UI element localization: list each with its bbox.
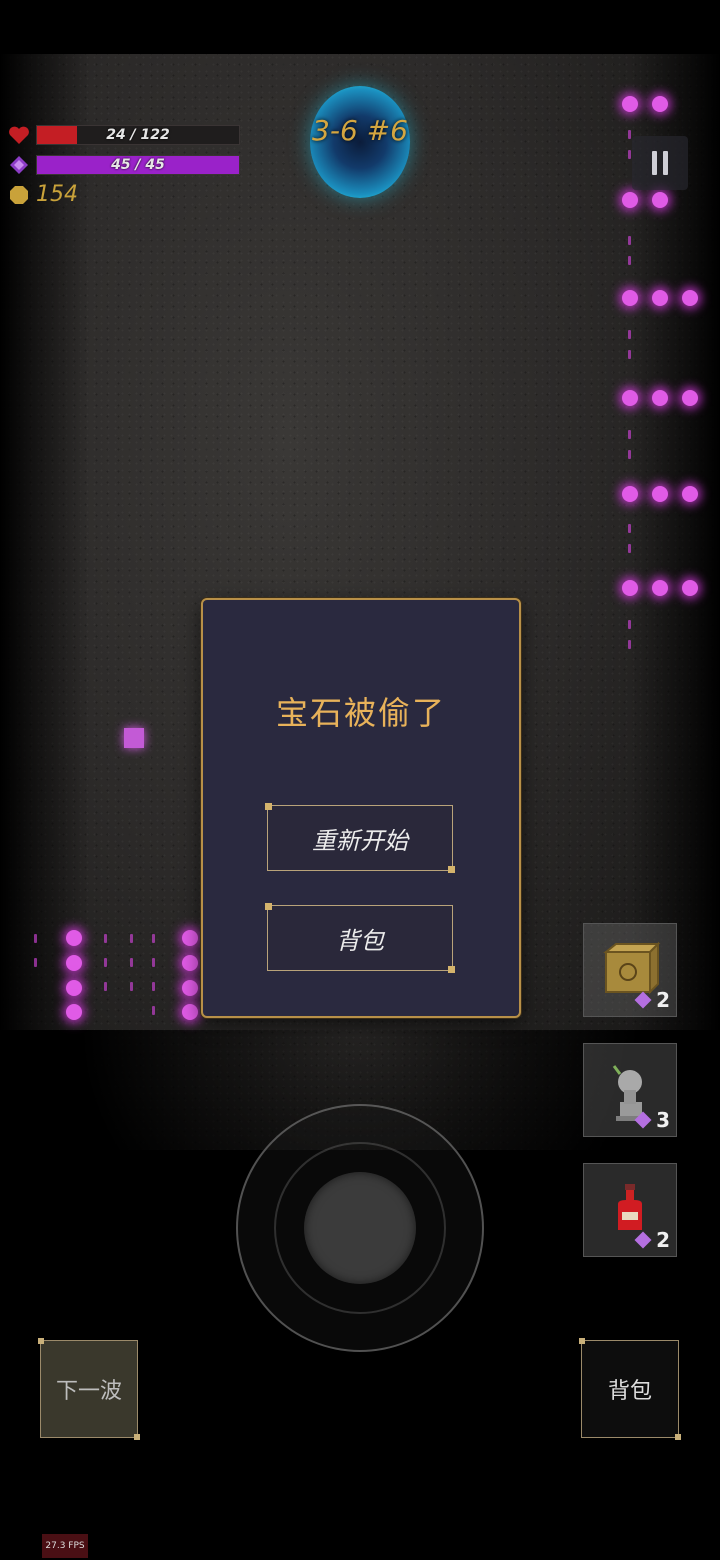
gold-amount: 154 bbox=[36, 182, 78, 207]
restart-button[interactable]: 重新开始 bbox=[265, 803, 455, 873]
heart-icon bbox=[8, 124, 30, 146]
joystick-knob[interactable] bbox=[304, 1172, 416, 1284]
gold-row: 154 bbox=[8, 182, 78, 207]
gem-icon bbox=[634, 1111, 652, 1129]
health-row: 24 / 122 bbox=[8, 124, 240, 146]
item-slot-crate[interactable]: 2 bbox=[583, 923, 677, 1017]
backpack-button[interactable]: 背包 bbox=[579, 1338, 681, 1440]
mana-value: 45 / 45 bbox=[111, 157, 165, 173]
item-slot-statue[interactable]: 3 bbox=[583, 1043, 677, 1137]
item-count: 2 bbox=[656, 1228, 670, 1252]
gem-icon bbox=[634, 991, 652, 1009]
item-slot-potion[interactable]: 2 bbox=[583, 1163, 677, 1257]
pause-button[interactable] bbox=[632, 136, 688, 190]
fps-counter: 27.3 FPS bbox=[42, 1534, 88, 1558]
dialog-title: 宝石被偷了 bbox=[275, 694, 446, 732]
next-wave-label: 下一波 bbox=[55, 1379, 122, 1404]
mana-bar: 45 / 45 bbox=[36, 155, 240, 175]
game-over-dialog: 宝石被偷了 重新开始 背包 bbox=[201, 598, 521, 1018]
item-count: 2 bbox=[656, 988, 670, 1012]
item-count: 3 bbox=[656, 1108, 670, 1132]
dialog-backpack-button[interactable]: 背包 bbox=[265, 903, 455, 973]
mana-row: 45 / 45 bbox=[8, 154, 240, 176]
gem-pickup bbox=[124, 728, 144, 748]
next-wave-button[interactable]: 下一波 bbox=[38, 1338, 140, 1440]
mana-gem-icon bbox=[8, 154, 30, 176]
health-bar: 24 / 122 bbox=[36, 125, 240, 145]
top-black-bar bbox=[0, 0, 720, 54]
backpack-label: 背包 bbox=[607, 1379, 652, 1404]
gem-icon bbox=[634, 1231, 652, 1249]
gold-coin-icon bbox=[8, 184, 30, 206]
health-value: 24 / 122 bbox=[106, 127, 170, 143]
pause-icon bbox=[649, 151, 671, 175]
level-label: 3-6 #6 bbox=[312, 114, 408, 147]
